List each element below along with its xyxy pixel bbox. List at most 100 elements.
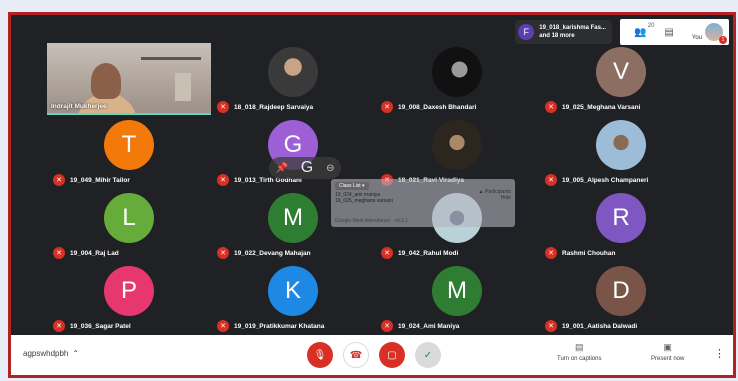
person-head [91, 63, 121, 99]
you-label: You [691, 35, 702, 41]
background-object [175, 73, 191, 101]
top-bar: F 19_018_karishma Fas... and 18 more 👥 20… [515, 19, 729, 45]
pinned-avatar: F [518, 24, 535, 40]
ceiling-fan [141, 57, 201, 60]
participant-tile[interactable]: P ✕ 19_036_Sagar Patel [47, 262, 211, 334]
remove-icon[interactable]: ⊖ [326, 163, 334, 174]
participant-name: 18_018_Rajdeep Sarvaiya [234, 103, 314, 111]
mic-muted-icon: ✕ [53, 247, 65, 259]
participant-avatar: M [432, 266, 482, 316]
participant-avatar [268, 47, 318, 97]
participant-label: ✕ 19_049_Mihir Tailor [53, 174, 130, 186]
participant-label: ✕ 19_019_Pratikkumar Khatana [217, 320, 324, 332]
participant-label: ✕ 19_025_Meghana Varsani [545, 101, 640, 113]
participants-icon[interactable]: 👥 20 [634, 23, 654, 38]
class-list-button[interactable]: Class List ▾ [335, 182, 369, 190]
participant-label: ✕ 19_042_Rahul Modi [381, 247, 458, 259]
mic-muted-icon: ✕ [217, 101, 229, 113]
pin-icon[interactable]: 📌 [275, 163, 287, 174]
participant-label: ✕ 19_005_Alpesh Champaneri [545, 174, 648, 186]
mic-muted-icon: ✕ [53, 174, 65, 186]
participant-label: ✕ 19_004_Raj Lad [53, 247, 119, 259]
main-video-label: Indrajit Mukherjee [51, 103, 107, 110]
main-video-tile[interactable]: Indrajit Mukherjee [47, 43, 211, 115]
participant-avatar [432, 47, 482, 97]
self-avatar: 1 [705, 23, 727, 44]
participant-tile[interactable]: D ✕ 19_001_Aatisha Dalwadi [539, 262, 703, 334]
participant-label: ✕ 18_018_Rajdeep Sarvaiya [217, 101, 313, 113]
participant-label: ✕ 19_022_Devang Mahajan [217, 247, 311, 259]
top-strip [0, 0, 738, 12]
camera-off-icon: ▢ [387, 349, 397, 361]
participant-name: Indrajit Mukherjee [51, 103, 107, 110]
participant-tile[interactable]: M ✕ 19_024_Ami Maniya [375, 262, 539, 334]
participant-label: ✕ Rashmi Chouhan [545, 247, 615, 259]
call-controls: 🎙 ☎ ▢ ✓ [307, 342, 441, 368]
participant-name: 19_036_Sagar Patel [70, 322, 131, 330]
participant-avatar: V [596, 47, 646, 97]
leave-call-button[interactable]: ☎ [343, 342, 369, 368]
captions-icon: ▤ [574, 342, 584, 352]
chevron-up-icon: ⌃ [72, 349, 80, 358]
participant-avatar: M [268, 193, 318, 243]
camera-off-button[interactable]: ▢ [379, 342, 405, 368]
participant-tile[interactable]: ✕ 19_005_Alpesh Champaneri [539, 116, 703, 188]
participant-avatar: K [268, 266, 318, 316]
participant-name: 19_005_Alpesh Champaneri [562, 176, 649, 184]
participant-name: 19_025_Meghana Varsani [562, 103, 641, 111]
present-button[interactable]: ▣ Present now [651, 342, 684, 362]
top-right-controls: 👥 20 ▤ You 1 [619, 19, 729, 45]
popup-side2[interactable]: Hide [479, 195, 511, 201]
present-label: Present now [651, 356, 685, 362]
attendance-list: 19_024_ami maniya 19_025_meghana varsani [335, 192, 393, 204]
tile-hover-controls: 📌 G ⊖ [269, 157, 341, 179]
mic-muted-icon: ✕ [381, 247, 393, 259]
mic-muted-icon: ✕ [545, 320, 557, 332]
participant-label: ✕ 19_036_Sagar Patel [53, 320, 131, 332]
participant-tile[interactable]: ✕ 18_018_Rajdeep Sarvaiya [211, 43, 375, 115]
mic-off-button[interactable]: 🎙 [307, 342, 333, 368]
participant-name: 19_019_Pratikkumar Khatana [234, 322, 325, 330]
participant-tile[interactable]: ✕ 19_008_Daxesh Bhandari [375, 43, 539, 115]
participant-tile[interactable]: K ✕ 19_019_Pratikkumar Khatana [211, 262, 375, 334]
pinned-line1: 19_018_karishma Fas... [539, 25, 606, 31]
participant-avatar: P [104, 266, 154, 316]
participant-name: 19_022_Devang Mahajan [234, 249, 311, 257]
pinned-line2: and 18 more [539, 33, 575, 39]
self-view[interactable]: You 1 [691, 23, 727, 44]
notification-badge: 1 [719, 36, 727, 44]
check-button[interactable]: ✓ [415, 342, 441, 368]
participant-name: Rashmi Chouhan [562, 249, 616, 257]
meeting-details[interactable]: agpswhdpbh ⌃ [23, 349, 79, 358]
chat-icon[interactable]: ▤ [664, 27, 673, 38]
captions-label: Turn on captions [557, 356, 602, 362]
hover-avatar-letter: G [300, 159, 314, 176]
participant-label: ✕ 19_001_Aatisha Dalwadi [545, 320, 637, 332]
pinned-text: 19_018_karishma Fas... and 18 more [539, 24, 606, 40]
participants-count: 20 [647, 22, 655, 29]
participant-tile[interactable]: L ✕ 19_004_Raj Lad [47, 189, 211, 261]
pinned-participants-chip[interactable]: F 19_018_karishma Fas... and 18 more [515, 20, 612, 44]
captions-button[interactable]: ▤ Turn on captions [557, 342, 601, 362]
mic-muted-icon: ✕ [217, 320, 229, 332]
popup-side: ▲ Participants Hide [479, 189, 511, 201]
participant-tile[interactable]: R ✕ Rashmi Chouhan [539, 189, 703, 261]
participant-name: 19_049_Mihir Tailor [70, 176, 130, 184]
participant-tile[interactable]: T ✕ 19_049_Mihir Tailor [47, 116, 211, 188]
participant-tile[interactable]: V ✕ 19_025_Meghana Varsani [539, 43, 703, 115]
participant-avatar: L [104, 193, 154, 243]
participant-avatar: T [104, 120, 154, 170]
participant-name: 19_001_Aatisha Dalwadi [562, 322, 638, 330]
participant-label: ✕ 19_024_Ami Maniya [381, 320, 459, 332]
mic-muted-icon: ✕ [381, 320, 393, 332]
mic-off-icon: 🎙 [313, 349, 327, 361]
popup-footer: Google Meet Attendance - v0.2.1 [335, 218, 409, 224]
mic-muted-icon: ✕ [545, 247, 557, 259]
mic-muted-icon: ✕ [545, 174, 557, 186]
participant-tile[interactable]: ✕18_021_Ravi Viradiya [375, 116, 539, 188]
participant-label: ✕ 19_008_Daxesh Bhandari [381, 101, 476, 113]
attendance-line2: 19_025_meghana varsani [335, 198, 393, 204]
mic-muted-icon: ✕ [381, 101, 393, 113]
more-options-icon[interactable]: ⋮ [714, 347, 725, 360]
mic-muted-icon: ✕ [217, 174, 229, 186]
